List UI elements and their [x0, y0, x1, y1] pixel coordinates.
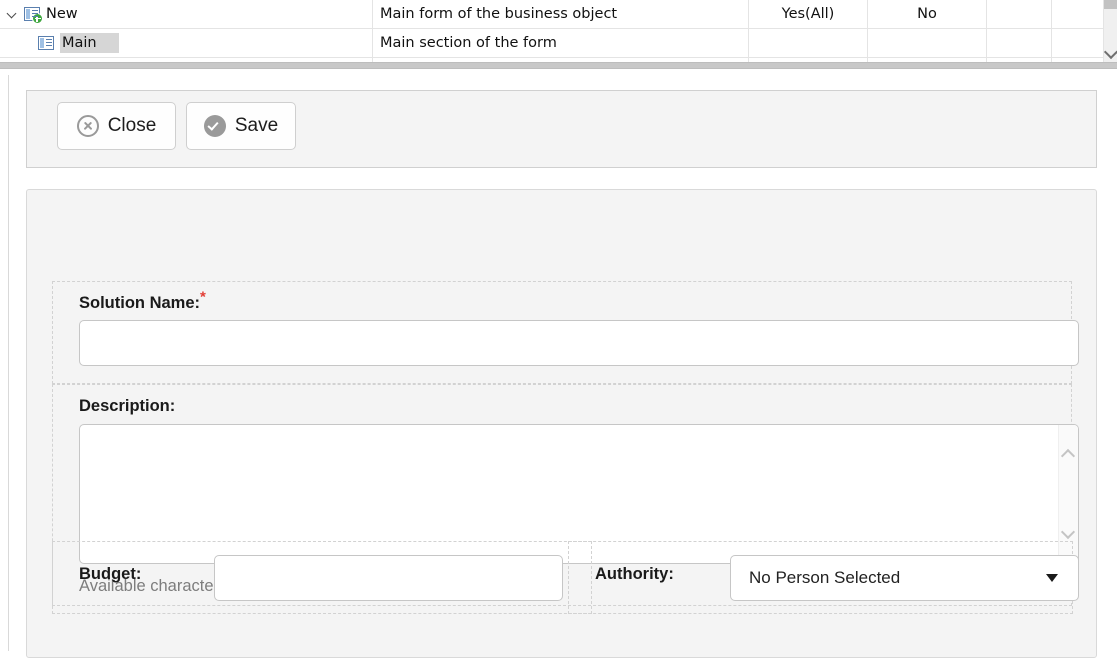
- tree-node-main[interactable]: Main: [0, 29, 372, 57]
- tree-node-new[interactable]: New: [0, 0, 372, 28]
- chevron-down-icon[interactable]: [6, 7, 20, 21]
- authority-dropdown[interactable]: No Person Selected: [730, 555, 1079, 601]
- grid-cell-col3: [748, 28, 868, 58]
- table-row[interactable]: Main Main section of the form: [0, 28, 1116, 58]
- grid-cell-description: Main form of the business object: [372, 0, 749, 29]
- form-container: Close Save Solution Name:* Description:: [8, 75, 1109, 658]
- scrollbar-thumb[interactable]: [1104, 0, 1117, 9]
- budget-label: Budget:: [79, 565, 142, 583]
- grid-cell-col3: Yes(All): [748, 0, 868, 29]
- tree-node-label: Main: [60, 33, 119, 53]
- form-toolbar: Close Save: [26, 90, 1097, 168]
- field-section-budget: Budget:: [52, 541, 592, 614]
- panel-splitter[interactable]: [0, 62, 1117, 69]
- grid-cell-name[interactable]: New: [0, 0, 373, 29]
- authority-selected-value: No Person Selected: [749, 568, 901, 587]
- grid-cell-col5: [986, 28, 1052, 58]
- form-fields-panel: Solution Name:* Description: Available c…: [26, 189, 1097, 658]
- save-button[interactable]: Save: [186, 102, 296, 150]
- field-section-solution-name: Solution Name:*: [52, 281, 1079, 384]
- solution-name-label: Solution Name:*: [79, 290, 206, 313]
- grid-cell-col4: No: [867, 0, 987, 29]
- form-editor-area: Close Save Solution Name:* Description:: [0, 69, 1117, 658]
- chevron-down-icon[interactable]: [1060, 524, 1076, 540]
- close-button[interactable]: Close: [57, 102, 176, 150]
- solution-name-input[interactable]: [79, 320, 1079, 366]
- close-button-label: Close: [107, 115, 157, 136]
- grid-cell-col5: [986, 0, 1052, 29]
- grid-table: New Main form of the business object Yes…: [0, 0, 1116, 65]
- chevron-down-icon[interactable]: [1103, 44, 1117, 60]
- description-label: Description:: [79, 397, 176, 415]
- caret-down-icon[interactable]: [1046, 574, 1058, 582]
- save-button-label: Save: [234, 115, 279, 136]
- grid-cell-name[interactable]: Main: [0, 28, 373, 58]
- authority-label: Authority:: [595, 565, 674, 583]
- grid-cell-description: Main section of the form: [372, 28, 749, 58]
- chevron-up-icon[interactable]: [1060, 448, 1076, 464]
- circle-check-icon: [203, 115, 226, 137]
- tree-node-label: New: [46, 6, 78, 22]
- required-asterisk: *: [200, 288, 206, 306]
- form-add-icon: [24, 7, 43, 24]
- budget-input[interactable]: [214, 555, 563, 601]
- solution-name-label-text: Solution Name:: [79, 294, 201, 312]
- form-structure-grid[interactable]: New Main form of the business object Yes…: [0, 0, 1117, 65]
- circle-x-icon: [76, 115, 99, 137]
- grid-cell-col4: [867, 28, 987, 58]
- field-section-authority: Authority: No Person Selected: [568, 541, 1079, 614]
- table-row[interactable]: New Main form of the business object Yes…: [0, 0, 1116, 29]
- grid-vertical-scrollbar[interactable]: [1103, 0, 1117, 62]
- form-section-icon: [38, 36, 54, 50]
